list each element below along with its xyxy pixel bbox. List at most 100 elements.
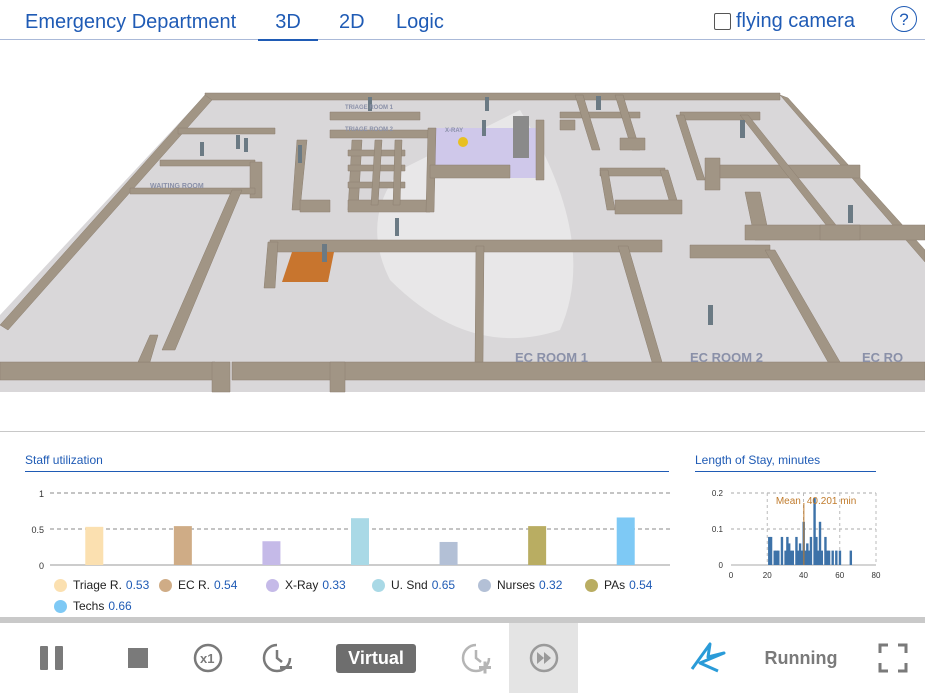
legend-label: X-Ray [285,578,319,592]
legend-value: 0.32 [539,578,563,592]
legend-item-triage: Triage R. 0.53 [54,578,149,592]
speed-label: x1 [200,651,214,666]
tab-2d[interactable]: 2D [339,10,365,34]
stop-button[interactable] [118,623,158,693]
clock-minus-icon [262,643,292,673]
fast-forward-icon [529,643,558,673]
3d-floor-plan-view[interactable]: WAITING ROOM X-RAY TRIAGE ROOM 1 TRIAGE … [0,41,925,431]
legend-swatch [54,599,67,613]
legend-label: EC R. [178,578,211,592]
stay-bar [838,550,842,565]
stay-bar [791,550,795,565]
staff-y-tick: 0 [39,561,44,571]
stay-y-tick: 0 [719,561,724,570]
slow-down-button[interactable] [256,623,298,693]
simulation-toolbar: x1 Virtual Running [0,623,925,693]
legend-value: 0.66 [108,599,132,613]
staff-bar-nurses [439,541,458,565]
flying-camera-checkbox[interactable] [714,13,731,30]
stay-bar [831,550,834,565]
tab-logic[interactable]: Logic [396,10,444,34]
stay-bar [809,536,813,565]
legend-value: 0.54 [214,578,238,592]
stay-bar [820,550,824,565]
virtual-mode-label: Virtual [336,643,416,673]
room-label-ec-1: EC ROOM 1 [515,350,588,365]
speed-x1-icon: x1 [193,643,223,673]
stay-bar [780,536,784,565]
x-ray-machine [513,116,529,158]
staff-bar-u-snd [351,518,369,565]
tab-emergency-department[interactable]: Emergency Department [25,10,236,34]
legend-label: Techs [73,599,105,613]
length-of-stay-histogram: 0.2 0.1 00 20 40 60 80 Mean 40.201 min [712,489,881,580]
legend-label: PAs [604,578,626,592]
stay-bar [827,550,831,565]
room-label-xray: X-RAY [445,128,463,134]
virtual-mode-button[interactable]: Virtual [330,623,422,693]
room-label-triage-1: TRIAGE ROOM 1 [345,105,394,111]
tab-3d[interactable]: 3D [258,10,318,41]
legend-label: Triage R. [73,578,122,592]
room-label-triage-2: TRIAGE ROOM 2 [345,127,394,133]
stop-icon [128,648,148,668]
stay-x-tick: 80 [872,571,881,580]
stay-x-tick: 60 [835,571,844,580]
staff-bar-pas [528,526,547,565]
speed-button[interactable]: x1 [187,623,229,693]
room-label-ec-2: EC ROOM 2 [690,350,763,365]
speed-up-button[interactable] [455,623,497,693]
stay-mean-value: 40.201 min [807,496,856,507]
stay-bar [849,550,853,565]
stay-chart-title: Length of Stay, minutes [695,453,821,467]
legend-swatch [159,578,172,592]
stay-bar [777,550,780,565]
legend-swatch [266,578,279,592]
x-ray-marker [458,137,468,147]
fullscreen-icon [878,643,908,673]
staff-bar-techs [616,517,635,565]
stay-bar [769,536,773,565]
legend-swatch [585,578,598,592]
anylogic-logo-icon [690,642,726,673]
staff-chart-title: Staff utilization [25,453,103,467]
stay-bar [835,550,838,565]
stay-y-tick: 0.1 [712,525,724,534]
room-label-ec-3: EC RO [862,350,903,365]
help-button[interactable]: ? [891,6,917,32]
scene-divider [0,431,925,432]
fast-forward-button[interactable] [509,623,578,693]
legend-item-pas: PAs 0.54 [585,578,652,592]
stay-x-tick: 40 [799,571,808,580]
anylogic-logo [685,623,731,693]
legend-value: 0.65 [431,578,456,592]
legend-item-xray: X-Ray 0.33 [266,578,346,592]
legend-item-nurses: Nurses 0.32 [478,578,562,592]
legend-label: Nurses [497,578,536,592]
stay-x-tick: 20 [763,571,772,580]
stay-y-tick: 0.2 [712,489,724,498]
staff-bar-x-ray [262,541,281,565]
flying-camera-toggle[interactable]: flying camera [714,10,855,33]
staff-chart-rule [25,471,669,472]
legend-item-usnd: U. Snd 0.65 [372,578,455,592]
legend-item-techs: Techs 0.66 [54,599,132,613]
fullscreen-button[interactable] [872,623,914,693]
legend-swatch [54,578,67,592]
pause-button[interactable] [32,623,72,693]
stay-mean-label: Mean [776,496,801,507]
legend-value: 0.33 [322,578,346,592]
flying-camera-label: flying camera [736,10,855,32]
legend-value: 0.54 [629,578,653,592]
legend-swatch [372,578,385,592]
stay-chart-rule [695,471,876,472]
room-label-waiting: WAITING ROOM [150,183,204,190]
staff-utilization-chart: 10.50 [31,489,670,571]
legend-item-ec: EC R. 0.54 [159,578,237,592]
legend-value: 0.53 [125,578,150,592]
status-indicator: Running [756,623,846,693]
clock-plus-icon [461,643,491,674]
top-bar: Emergency Department 3D 2D Logic flying … [0,0,925,41]
stay-x-tick: 0 [729,571,734,580]
status-label: Running [764,647,838,668]
